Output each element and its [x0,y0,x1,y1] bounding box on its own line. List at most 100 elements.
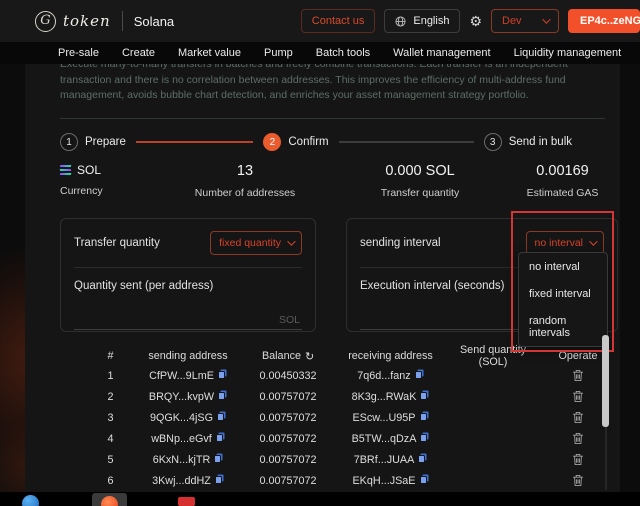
menu-item-random-intervals[interactable]: random intervals [519,307,607,346]
trash-icon [573,390,583,403]
copy-icon[interactable] [419,474,429,484]
delete-row-button[interactable] [572,411,584,424]
table-row: 1 CfPW...9LmE 0.00450332 7q6d...fanz [88,365,620,386]
language-label: English [413,15,450,27]
panel-divider [74,267,302,268]
chevron-down-icon [542,15,551,24]
logo-divider [121,11,123,31]
sending-address: wBNp...eGvf [151,432,212,445]
transfer-quantity-select[interactable]: fixed quantity [210,231,302,255]
scrollbar-thumb[interactable] [602,335,609,427]
red-app-icon[interactable] [178,497,195,506]
logo-text: token [63,12,111,30]
taskbar-active-slot [92,493,127,506]
stat-gas-value: 0.00169 [536,163,589,179]
step-send-in-bulk: 3 Send in bulk [483,133,572,151]
trash-icon [573,411,583,424]
main-nav: Pre-sale Create Market value Pump Batch … [0,42,640,64]
env-select[interactable]: Dev [491,9,559,33]
stat-addresses-value: 13 [236,163,254,179]
nav-item-pump[interactable]: Pump [264,47,293,59]
intro-paragraph: Execute many-to-many transfers in batche… [60,64,568,101]
row-num: 4 [107,432,114,445]
browser-blue-icon[interactable] [22,495,39,506]
wallet-address-button[interactable]: EP4c..zeNG [568,9,640,33]
copy-icon[interactable] [214,453,223,463]
menu-item-fixed-interval[interactable]: fixed interval [519,280,607,307]
header: G token Solana Contact us English ⚙ Dev … [0,0,640,42]
col-header-sending-address: sending address [148,350,228,362]
browser-orange-icon[interactable] [101,496,118,506]
delete-row-button[interactable] [572,390,584,403]
copy-icon[interactable] [414,369,424,379]
taskbar [0,492,640,506]
copy-icon[interactable] [420,390,429,400]
sending-interval-label: sending interval [360,237,441,249]
transfer-quantity-select-value: fixed quantity [219,237,281,249]
stat-transfer-quantity: 0.000 SOL Transfer quantity [325,163,515,209]
logo-g-icon: G [35,10,56,32]
settings-gear-icon[interactable]: ⚙ [469,14,482,28]
app-window: G token Solana Contact us English ⚙ Dev … [0,0,640,506]
trash-icon [573,474,583,487]
copy-icon[interactable] [217,411,226,421]
stepper: 1 Prepare 2 Confirm 3 Send in bulk [60,132,620,152]
stat-currency-value: SOL [77,163,102,177]
receiving-address: EKqH...JSaE [352,474,416,487]
copy-icon[interactable] [418,453,427,463]
env-select-value: Dev [502,15,522,27]
nav-item-market-value[interactable]: Market value [178,47,241,59]
copy-icon[interactable] [215,432,225,442]
step-2-label: Confirm [288,136,329,148]
language-button[interactable]: English [384,9,461,33]
copy-icon[interactable] [217,369,227,379]
receiving-address: B5TW...qDzA [351,432,417,445]
receiving-address: 7BRf...JUAA [353,453,415,466]
step-1-circle: 1 [60,133,78,151]
delete-row-button[interactable] [572,453,584,466]
contact-us-button[interactable]: Contact us [300,9,376,33]
copy-icon[interactable] [419,411,429,421]
step-2-circle: 2 [263,133,282,151]
solana-icon [59,165,72,175]
delete-row-button[interactable] [572,369,584,382]
stat-currency: SOL Currency [59,163,165,209]
table-row: 4 wBNp...eGvf 0.00757072 B5TW...qDzA [88,428,620,449]
col-header-num: # [107,350,114,362]
col-header-balance: Balance ↻ [243,350,333,363]
balance-value: 0.00757072 [259,453,317,466]
interval-dropdown-menu: no interval fixed interval random interv… [518,252,608,347]
step-confirm: 2 Confirm [263,133,329,151]
sol-unit-label: SOL [278,314,300,326]
col-header-receiving-address: receiving address [348,350,433,362]
row-num: 6 [107,474,114,487]
logo[interactable]: G token Solana [35,10,174,32]
trash-icon [573,453,583,466]
nav-item-liquidity-management[interactable]: Liquidity management [514,47,622,59]
nav-item-pre-sale[interactable]: Pre-sale [58,47,99,59]
sending-address: CfPW...9LmE [149,369,214,382]
copy-icon[interactable] [420,432,429,442]
nav-item-create[interactable]: Create [122,47,155,59]
chevron-down-icon [287,237,296,246]
copy-icon[interactable] [218,390,227,400]
step-prepare: 1 Prepare [60,133,126,151]
nav-item-wallet-management[interactable]: Wallet management [393,47,490,59]
receiving-address: 7q6d...fanz [357,369,411,382]
stats-row: SOL Currency 13 Number of addresses 0.00… [59,163,620,209]
refresh-icon[interactable]: ↻ [305,350,314,363]
quantity-sent-input[interactable]: SOL [74,314,302,330]
table-row: 3 9QGK...4jSG 0.00757072 EScw...U95P [88,407,620,428]
copy-icon[interactable] [214,474,224,484]
delete-row-button[interactable] [572,432,584,445]
stat-currency-label: Currency [60,185,103,197]
transfer-quantity-panel: Transfer quantity fixed quantity Quantit… [60,218,316,332]
delete-row-button[interactable] [572,474,584,487]
step-connector-pending [338,141,474,143]
table-header-row: # sending address Balance ↻ receiving ad… [88,344,620,368]
row-num: 3 [107,411,114,424]
menu-item-no-interval[interactable]: no interval [519,253,607,280]
nav-item-batch-tools[interactable]: Batch tools [316,47,370,59]
row-num: 2 [107,390,114,403]
trash-icon [573,432,583,445]
